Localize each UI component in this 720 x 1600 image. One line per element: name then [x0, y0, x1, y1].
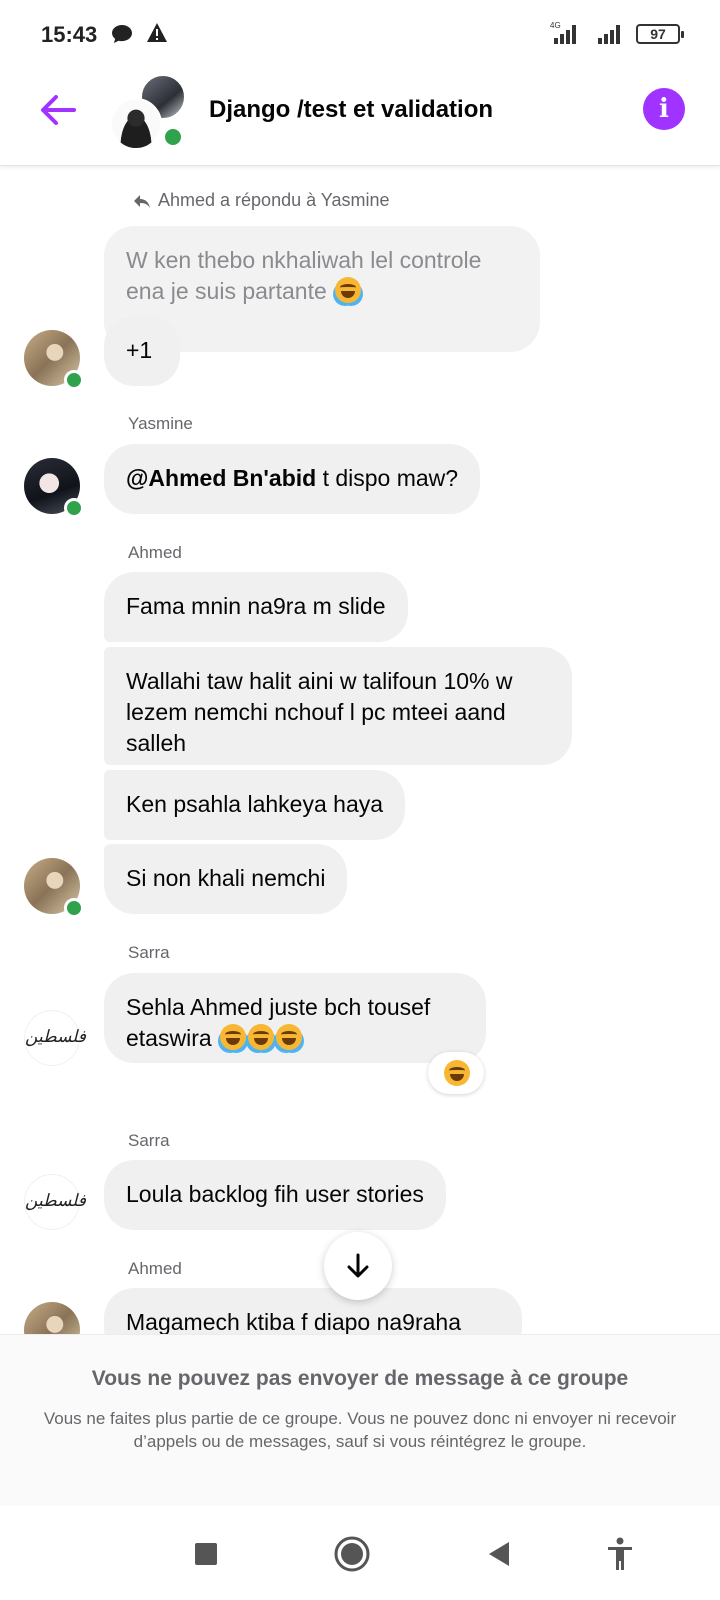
info-icon[interactable]: i [643, 88, 685, 130]
avatar-text: فلسطين [25, 1027, 86, 1047]
message-bubble[interactable]: Fama mnin na9ra m slide [104, 572, 408, 642]
home-circle-icon[interactable] [328, 1530, 376, 1578]
back-button[interactable] [36, 88, 80, 132]
message-bubble[interactable]: Wallahi taw halit aini w talifoun 10% w … [104, 647, 572, 765]
message-text: Ken psahla lahkeya haya [126, 791, 384, 817]
battery-level: 97 [650, 26, 666, 42]
recents-square-icon[interactable] [182, 1530, 230, 1578]
message-bubble[interactable]: Loula backlog fih user stories [104, 1160, 446, 1230]
battery-icon: 97 [636, 24, 684, 44]
laughing-emoji-icon [444, 1060, 470, 1086]
message-text: Magamech ktiba f diapo na9raha [126, 1309, 461, 1335]
message-text: Fama mnin na9ra m slide [126, 593, 386, 619]
avatar-ahmed[interactable] [24, 330, 84, 390]
group-avatar[interactable] [110, 74, 186, 150]
message-bubble[interactable]: Sehla Ahmed juste bch tousef etaswira [104, 973, 486, 1063]
group-notice: Vous ne pouvez pas envoyer de message à … [0, 1334, 720, 1506]
message-text: +1 [126, 337, 153, 363]
message-bubble[interactable]: @Ahmed Bn'abid t dispo maw? [104, 444, 481, 514]
arrow-down-icon [347, 1253, 369, 1278]
notice-title: Vous ne pouvez pas envoyer de message à … [91, 1367, 629, 1390]
reply-icon [134, 195, 150, 208]
warning-icon [146, 22, 168, 49]
chat-bubble-icon [111, 24, 133, 49]
online-indicator [162, 126, 184, 148]
reaction-badge[interactable] [428, 1052, 484, 1094]
laughing-tears-emoji-icon [276, 1024, 303, 1050]
network-label: 4G [550, 21, 561, 30]
reply-note-text: Ahmed a répondu à Yasmine [158, 190, 390, 210]
message-text: Loula backlog fih user stories [126, 1181, 424, 1207]
sender-name: Sarra [128, 1131, 170, 1150]
status-time: 15:43 [41, 22, 98, 47]
reply-note: Ahmed a répondu à Yasmine [132, 190, 390, 211]
online-indicator [64, 898, 84, 918]
back-triangle-icon[interactable] [476, 1530, 524, 1578]
online-indicator [64, 498, 84, 518]
avatar-sarra[interactable]: فلسطين [24, 1174, 86, 1230]
scroll-to-bottom-button[interactable] [324, 1232, 392, 1300]
signal-icon [598, 24, 624, 49]
avatar [110, 98, 162, 150]
message-bubble[interactable]: Si non khali nemchi [104, 844, 348, 914]
conversation-header: Django /test et validation i [0, 66, 720, 166]
signal-icon: 4G [550, 20, 580, 51]
sender-name: Ahmed [128, 543, 182, 562]
avatar-text: فلسطين [25, 1191, 86, 1211]
accessibility-icon[interactable] [596, 1530, 644, 1578]
quoted-text: W ken thebo nkhaliwah lel controle ena j… [126, 247, 482, 304]
page-title[interactable]: Django /test et validation [209, 96, 493, 124]
system-nav-bar [0, 1506, 720, 1600]
sender-name: Yasmine [128, 414, 193, 433]
message-text: Si non khali nemchi [126, 865, 326, 891]
mention[interactable]: @Ahmed Bn'abid [126, 465, 316, 491]
sender-name: Ahmed [128, 1259, 182, 1278]
status-bar: 15:43 4G 97 [0, 0, 720, 66]
message-bubble[interactable]: +1 [104, 316, 180, 386]
online-indicator [64, 370, 84, 390]
avatar-yasmine[interactable] [24, 458, 84, 518]
avatar-ahmed[interactable] [24, 858, 84, 918]
sender-name: Sarra [128, 943, 170, 962]
laughing-tears-emoji-icon [220, 1024, 247, 1050]
arrow-left-icon [41, 95, 76, 125]
message-bubble[interactable]: Ken psahla lahkeya haya [104, 770, 406, 840]
laughing-tears-emoji-icon [248, 1024, 275, 1050]
message-text: t dispo maw? [316, 465, 459, 491]
avatar-sarra[interactable]: فلسطين [24, 1010, 86, 1066]
notice-body: Vous ne faites plus partie de ce groupe.… [43, 1409, 677, 1451]
message-text: Wallahi taw halit aini w talifoun 10% w … [126, 668, 513, 756]
laughing-tears-emoji-icon [335, 277, 362, 303]
